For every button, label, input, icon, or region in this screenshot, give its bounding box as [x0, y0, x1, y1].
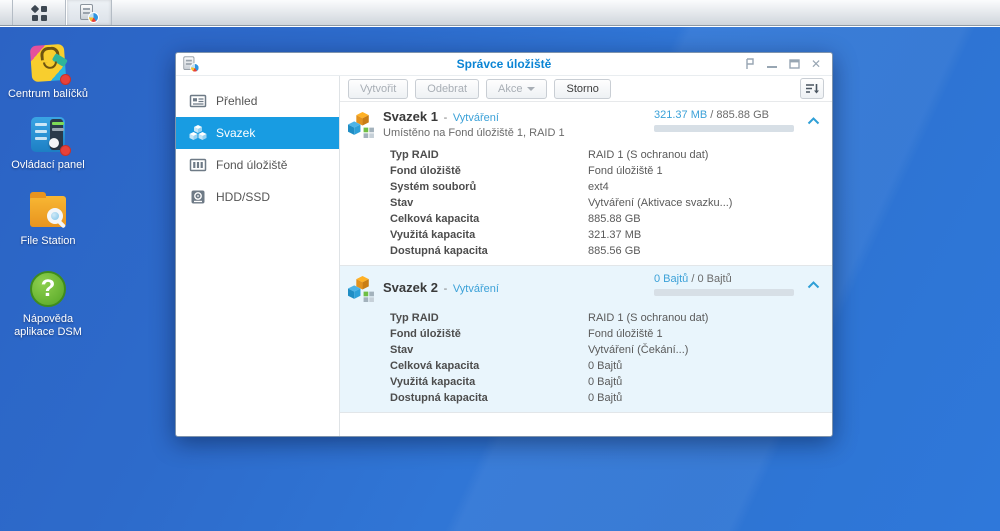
maximize-icon[interactable] [788, 58, 800, 70]
cancel-button[interactable]: Storno [554, 78, 611, 99]
detail-row: Dostupná kapacita 885.56 GB [390, 245, 641, 257]
file-station-icon [27, 190, 69, 232]
usage-bar [654, 125, 794, 132]
detail-row: Fond úložiště Fond úložiště 1 [390, 328, 663, 340]
sidebar-item-label: HDD/SSD [216, 190, 271, 204]
collapse-all-button[interactable] [800, 78, 824, 99]
remove-button[interactable]: Odebrat [415, 78, 480, 99]
detail-row: Využitá kapacita 0 Bajtů [390, 376, 623, 388]
volume-section-2: Svazek 2 - Vytváření 0 Bajtů / 0 Bajtů T… [340, 265, 832, 413]
volume-subtitle: Umístěno na Fond úložiště 1, RAID 1 [383, 127, 565, 139]
desktop-icon-package-center[interactable]: Centrum balíčků [2, 43, 94, 101]
action-dropdown-button[interactable]: Akce [486, 78, 548, 99]
pin-icon[interactable] [744, 58, 756, 70]
detail-row: Typ RAID RAID 1 (S ochranou dat) [390, 312, 709, 324]
volume-title: Svazek 2 [383, 280, 438, 295]
window-controls: ✕ [744, 58, 832, 70]
toolbar: Vytvořit Odebrat Akce Storno [340, 76, 832, 102]
storage-manager-app-icon [80, 3, 99, 23]
detail-row: Typ RAID RAID 1 (S ochranou dat) [390, 149, 709, 161]
create-button[interactable]: Vytvořit [348, 78, 409, 99]
disk-icon [191, 190, 205, 204]
desktop-icon-label: File Station [20, 235, 76, 247]
sidebar-item-label: Fond úložiště [216, 158, 288, 172]
desktop-icon-label: Nápověda aplikace DSM [14, 313, 82, 338]
volume-usage: 0 Bajtů / 0 Bajtů [654, 273, 794, 296]
volume-icon [348, 276, 374, 302]
detail-row: Fond úložiště Fond úložiště 1 [390, 165, 663, 177]
sidebar: Přehled Svazek Fond úložiště HDD/SSD [176, 76, 340, 436]
storage-manager-taskbar-button[interactable] [66, 0, 112, 25]
detail-row: Celková kapacita 885.88 GB [390, 213, 641, 225]
package-center-icon [27, 43, 71, 85]
detail-row: Systém souborů ext4 [390, 181, 609, 193]
sidebar-item-label: Přehled [216, 94, 258, 108]
desktop-icon-file-station[interactable]: File Station [2, 190, 94, 248]
usage-bar [654, 289, 794, 296]
detail-row: Využitá kapacita 321.37 MB [390, 229, 642, 241]
minimize-icon[interactable] [766, 58, 778, 70]
volume-section-1: Svazek 1 - Vytváření Umístěno na Fond úl… [340, 102, 832, 265]
control-panel-icon [27, 114, 71, 156]
desktop-icon-dsm-help[interactable]: ? Nápověda aplikace DSM [2, 268, 94, 339]
sidebar-item-label: Svazek [216, 126, 256, 140]
used-capacity: 0 Bajtů [654, 273, 689, 285]
desktop-icon-label: Ovládací panel [11, 159, 85, 171]
volume-title: Svazek 1 [383, 109, 438, 124]
dsm-help-icon: ? [27, 268, 69, 310]
sidebar-item-hdd-ssd[interactable]: HDD/SSD [176, 181, 339, 213]
main-menu-button[interactable] [12, 0, 66, 25]
detail-row: Celková kapacita 0 Bajtů [390, 360, 623, 372]
desktop-icon-control-panel[interactable]: Ovládací panel [2, 114, 94, 172]
volume-status: Vytváření [452, 283, 499, 295]
main-menu-grid-icon [30, 4, 47, 21]
storage-pool-icon [189, 158, 207, 172]
window-body: Přehled Svazek Fond úložiště HDD/SSD Vyt… [176, 76, 832, 436]
sort-collapse-icon [806, 83, 819, 93]
collapse-chevron-icon[interactable] [794, 109, 832, 125]
detail-row: Stav Vytváření (Čekání...) [390, 344, 689, 356]
close-icon[interactable]: ✕ [810, 58, 822, 70]
desktop-icon-label: Centrum balíčků [7, 88, 89, 100]
window-titlebar[interactable]: Správce úložiště ✕ [176, 53, 832, 76]
total-capacity: 0 Bajtů [697, 273, 732, 285]
volume-usage: 321.37 MB / 885.88 GB [654, 109, 794, 132]
collapse-chevron-icon[interactable] [794, 273, 832, 289]
sidebar-item-volume[interactable]: Svazek [176, 117, 339, 149]
chevron-down-icon [527, 86, 536, 91]
volume-cubes-icon [189, 125, 207, 140]
window-title: Správce úložiště [456, 57, 552, 71]
detail-row: Dostupná kapacita 0 Bajtů [390, 392, 623, 404]
volume-detail-rows: Typ RAID RAID 1 (S ochranou dat) Fond úlo… [340, 141, 832, 259]
total-capacity: 885.88 GB [716, 109, 769, 121]
volume-list: Svazek 1 - Vytváření Umístěno na Fond úl… [340, 102, 832, 436]
detail-row: Stav Vytváření (Aktivace svazku...) [390, 197, 733, 209]
notification-badge [60, 145, 71, 156]
notification-badge [60, 74, 71, 85]
sidebar-item-storage-pool[interactable]: Fond úložiště [176, 149, 339, 181]
sidebar-item-overview[interactable]: Přehled [176, 85, 339, 117]
volume-icon [348, 112, 374, 138]
volume-detail-rows: Typ RAID RAID 1 (S ochranou dat) Fond úlo… [340, 304, 832, 406]
volume-status: Vytváření [452, 112, 499, 124]
content-pane: Vytvořit Odebrat Akce Storno Svazek 1 - … [340, 76, 832, 436]
overview-icon [189, 94, 207, 108]
used-capacity: 321.37 MB [654, 109, 708, 121]
storage-manager-window: Správce úložiště ✕ Přehled Svazek Fond ú… [175, 52, 833, 437]
desktop-icon-column: Centrum balíčků Ovládací panel File Stat… [0, 35, 96, 339]
taskbar [0, 0, 1000, 26]
